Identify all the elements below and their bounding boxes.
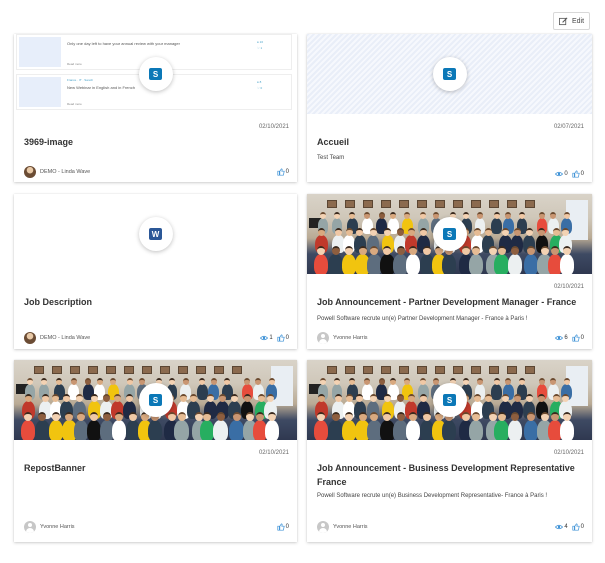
news-card-partner-development-manager[interactable]: S 02/10/2021 Job Announcement - Partner …	[307, 194, 592, 349]
view-count: 1	[260, 334, 273, 342]
news-card-accueil[interactable]: S 02/07/2021 Accueil Test Team 0 0	[307, 34, 592, 182]
like-count[interactable]: 0	[277, 168, 289, 176]
news-card-job-description[interactable]: W Job Description DEMO - Linda Wave 1 0	[14, 194, 297, 349]
card-author[interactable]: DEMO - Linda Wave	[24, 332, 90, 344]
card-author[interactable]: Yvonne Harris	[317, 332, 368, 344]
thumbs-up-icon	[277, 334, 285, 342]
avatar	[317, 521, 329, 533]
eye-icon	[555, 335, 564, 341]
avatar	[24, 521, 36, 533]
card-description: Test Team	[317, 155, 345, 161]
avatar	[317, 332, 329, 344]
like-count[interactable]: 0	[572, 523, 584, 531]
card-description: Powell Software recrute un(e) Partner De…	[317, 316, 528, 322]
card-author[interactable]: DEMO - Linda Wave	[24, 166, 90, 178]
word-icon: W	[138, 217, 173, 251]
card-stats: 6 0	[555, 334, 584, 342]
thumbs-up-icon	[277, 168, 285, 176]
view-count: 0	[555, 170, 568, 178]
eye-icon	[555, 524, 564, 530]
like-count[interactable]: 0	[277, 523, 289, 531]
card-stats: 0 0	[555, 170, 584, 178]
card-title[interactable]: Job Description	[24, 295, 287, 309]
avatar	[24, 332, 36, 344]
like-count[interactable]: 0	[572, 334, 584, 342]
like-count[interactable]: 0	[277, 334, 289, 342]
news-card-repostbanner[interactable]: S 02/10/2021 RepostBanner Yvonne Harris …	[14, 360, 297, 542]
card-title[interactable]: RepostBanner	[24, 461, 287, 475]
card-date: 02/10/2021	[258, 124, 289, 130]
sharepoint-icon: S	[432, 383, 467, 417]
card-author[interactable]: Yvonne Harris	[24, 521, 75, 533]
eye-icon	[260, 335, 269, 341]
card-description: Powell Software recrute un(e) Business D…	[317, 493, 548, 499]
news-card-business-development-representative[interactable]: S 02/10/2021 Job Announcement - Business…	[307, 360, 592, 542]
like-count[interactable]: 0	[572, 170, 584, 178]
view-count: 4	[555, 523, 568, 531]
sharepoint-icon: S	[432, 57, 467, 91]
news-grid: Only one day left to have your annual re…	[14, 34, 592, 544]
sharepoint-icon: S	[138, 57, 173, 91]
thumbs-up-icon	[572, 334, 580, 342]
card-title[interactable]: Job Announcement - Partner Development M…	[317, 295, 582, 309]
thumbs-up-icon	[572, 170, 580, 178]
card-date: 02/07/2021	[553, 124, 584, 130]
card-title[interactable]: Job Announcement - Business Development …	[317, 461, 582, 489]
edit-button[interactable]: Edit	[553, 12, 590, 30]
edit-icon	[559, 17, 568, 25]
card-title[interactable]: Accueil	[317, 135, 582, 149]
card-stats: 0	[277, 523, 289, 531]
thumbs-up-icon	[277, 523, 285, 531]
card-date: 02/10/2021	[553, 284, 584, 290]
avatar	[24, 166, 36, 178]
card-date: 02/10/2021	[553, 450, 584, 456]
card-stats: 1 0	[260, 334, 289, 342]
card-author[interactable]: Yvonne Harris	[317, 521, 368, 533]
thumbs-up-icon	[572, 523, 580, 531]
edit-label: Edit	[571, 17, 585, 25]
card-date: 02/10/2021	[258, 450, 289, 456]
eye-icon	[555, 171, 564, 177]
card-title[interactable]: 3969-image	[24, 135, 287, 149]
view-count: 6	[555, 334, 568, 342]
sharepoint-icon: S	[432, 217, 467, 251]
card-stats: 0	[277, 168, 289, 176]
sharepoint-icon: S	[138, 383, 173, 417]
card-stats: 4 0	[555, 523, 584, 531]
news-card-3969-image[interactable]: Only one day left to have your annual re…	[14, 34, 297, 182]
